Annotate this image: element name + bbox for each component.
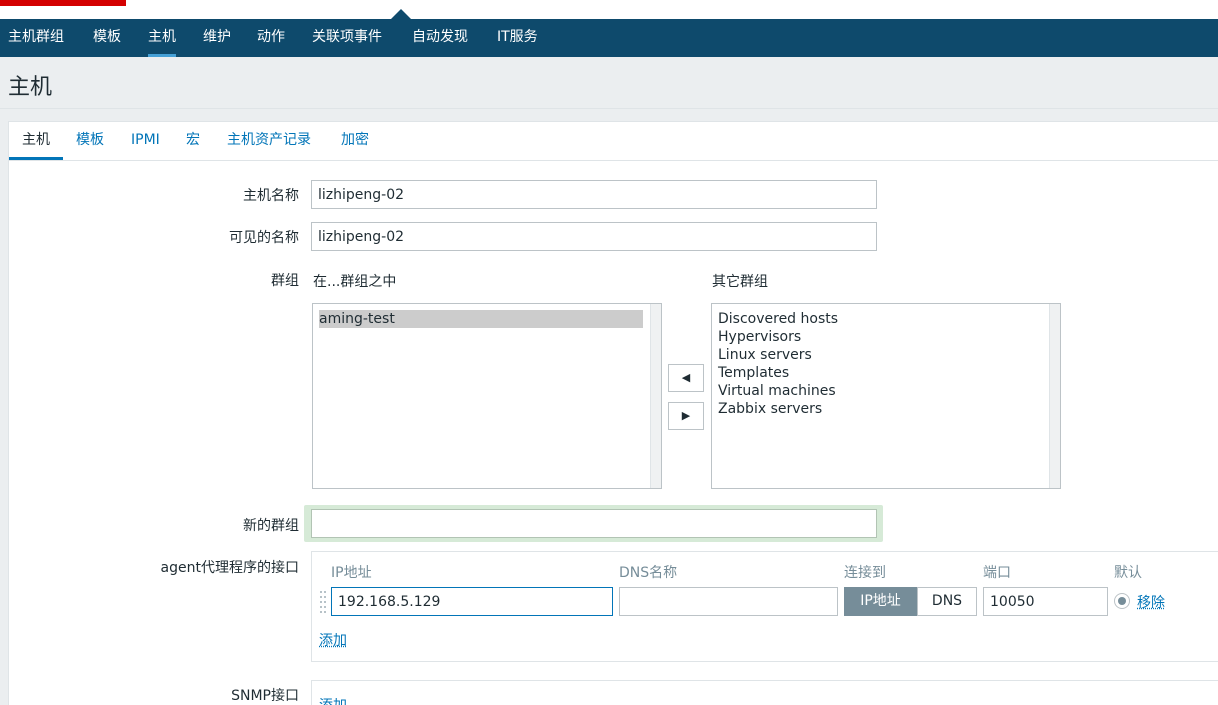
groups-label: 群组 xyxy=(271,273,299,289)
snmp-interfaces-label: SNMP接口 xyxy=(231,688,299,704)
column-header-dns: DNS名称 xyxy=(619,565,678,581)
snmp-interfaces-panel: 添加 xyxy=(311,680,1218,705)
list-item-in-group[interactable]: aming-test xyxy=(319,310,643,328)
tab-ipmi[interactable]: IPMI xyxy=(131,122,160,160)
in-groups-title: 在...群组之中 xyxy=(313,274,397,290)
zabbix-logo[interactable] xyxy=(0,0,126,6)
nav-item-actions[interactable]: 动作 xyxy=(257,19,285,57)
column-header-default: 默认 xyxy=(1114,565,1142,581)
form-tabs: 主机 模板 IPMI 宏 主机资产记录 加密 xyxy=(9,122,1218,161)
triangle-left-icon: ◀ xyxy=(681,371,691,384)
connect-to-ip-button[interactable]: IP地址 xyxy=(844,587,917,616)
nav-item-maintenance[interactable]: 维护 xyxy=(203,19,231,57)
tab-macros[interactable]: 宏 xyxy=(186,122,200,160)
add-agent-interface-link[interactable]: 添加 xyxy=(319,630,347,650)
port-input[interactable] xyxy=(983,587,1108,616)
in-groups-listbox[interactable]: aming-test xyxy=(312,303,662,489)
in-groups-scrollbar[interactable] xyxy=(650,304,661,488)
page-title: 主机 xyxy=(8,75,53,100)
list-item-other-group[interactable]: Virtual machines xyxy=(718,382,836,400)
nav-item-discovery[interactable]: 自动发现 xyxy=(412,19,468,57)
other-groups-scrollbar[interactable] xyxy=(1049,304,1060,488)
nav-item-event-correlation[interactable]: 关联项事件 xyxy=(312,19,382,57)
list-item-other-group[interactable]: Hypervisors xyxy=(718,328,801,346)
triangle-right-icon: ▶ xyxy=(681,409,691,422)
column-header-connect-to: 连接到 xyxy=(844,565,886,581)
agent-interfaces-panel: IP地址 DNS名称 连接到 端口 默认 IP地址 DNS 移除 添加 xyxy=(311,551,1218,662)
list-item-other-group[interactable]: Discovered hosts xyxy=(718,310,838,328)
connect-to-dns-button[interactable]: DNS xyxy=(917,587,977,616)
remove-interface-link[interactable]: 移除 xyxy=(1137,592,1165,612)
list-item-other-group[interactable]: Linux servers xyxy=(718,346,812,364)
dns-name-input[interactable] xyxy=(619,587,838,616)
other-groups-title: 其它群组 xyxy=(712,274,768,290)
main-navigation: 主机群组 模板 主机 维护 动作 关联项事件 自动发现 IT服务 xyxy=(0,19,1218,57)
add-snmp-interface-link[interactable]: 添加 xyxy=(319,695,347,705)
nav-item-templates[interactable]: 模板 xyxy=(93,19,121,57)
other-groups-listbox[interactable]: Discovered hosts Hypervisors Linux serve… xyxy=(711,303,1061,489)
nav-item-it-services[interactable]: IT服务 xyxy=(497,19,538,57)
host-name-input[interactable] xyxy=(311,180,877,209)
list-item-other-group[interactable]: Templates xyxy=(718,364,789,382)
move-left-button[interactable]: ◀ xyxy=(668,364,704,392)
tab-templates[interactable]: 模板 xyxy=(76,122,104,160)
new-group-label: 新的群组 xyxy=(243,518,299,534)
ip-address-input[interactable] xyxy=(331,587,613,616)
list-item-other-group[interactable]: Zabbix servers xyxy=(718,400,822,418)
active-menu-caret-icon xyxy=(391,9,411,19)
new-group-input[interactable] xyxy=(311,509,877,538)
column-header-port: 端口 xyxy=(983,565,1011,581)
move-right-button[interactable]: ▶ xyxy=(668,402,704,430)
visible-name-input[interactable] xyxy=(311,222,877,251)
tab-encryption[interactable]: 加密 xyxy=(341,122,369,160)
nav-item-hosts[interactable]: 主机 xyxy=(148,19,176,57)
default-interface-radio[interactable] xyxy=(1114,593,1130,609)
page-header: 主机 xyxy=(0,57,1218,109)
column-header-ip: IP地址 xyxy=(331,565,372,581)
host-form: 主机 模板 IPMI 宏 主机资产记录 加密 主机名称 可见的名称 群组 在..… xyxy=(8,121,1218,705)
visible-name-label: 可见的名称 xyxy=(229,230,299,246)
tab-inventory[interactable]: 主机资产记录 xyxy=(227,122,311,160)
drag-handle-icon[interactable] xyxy=(320,591,328,615)
nav-item-host-groups[interactable]: 主机群组 xyxy=(8,19,64,57)
tab-host[interactable]: 主机 xyxy=(9,122,63,160)
host-name-label: 主机名称 xyxy=(243,188,299,204)
top-strip xyxy=(0,0,1218,19)
agent-interfaces-label: agent代理程序的接口 xyxy=(160,560,299,576)
